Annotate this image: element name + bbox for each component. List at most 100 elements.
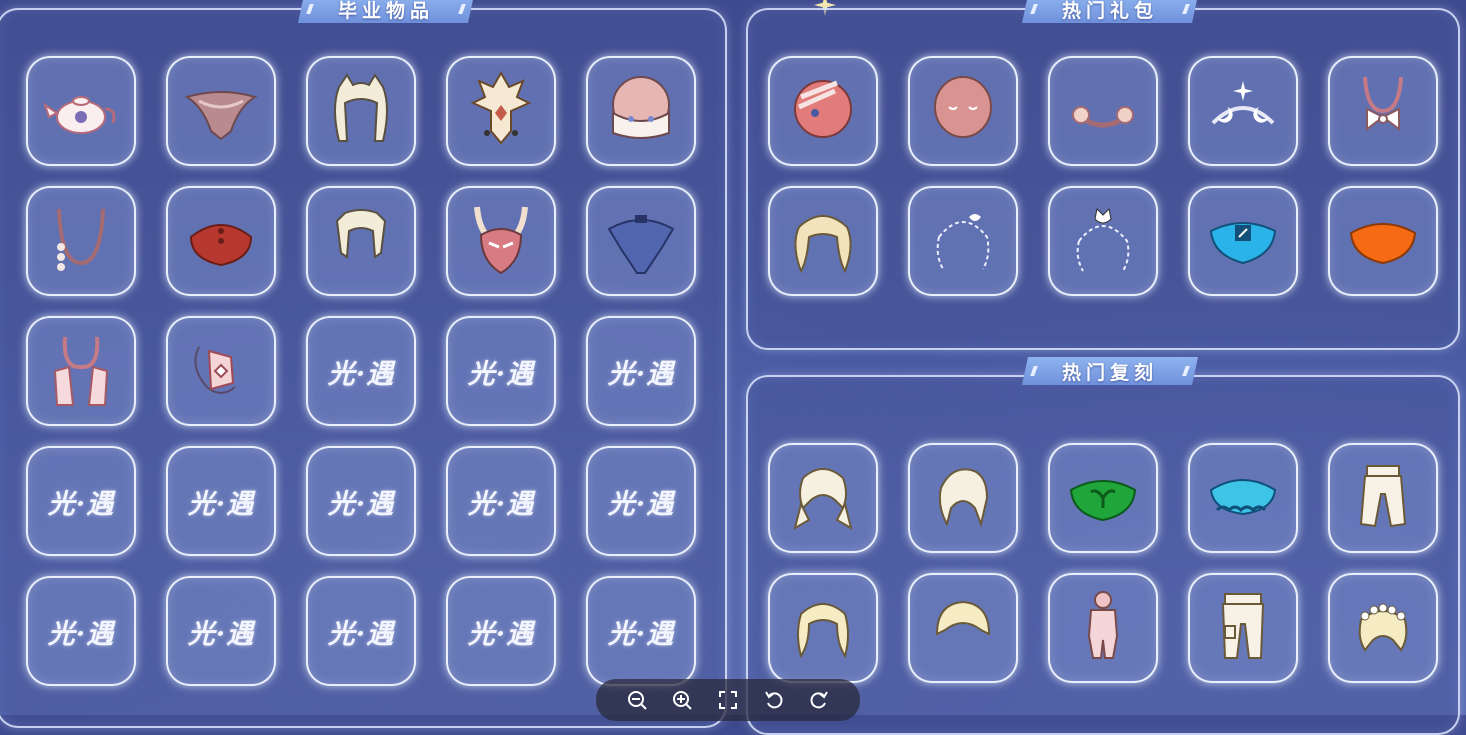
graduation-item-slot[interactable]: 光·遇 [26, 446, 136, 556]
sky-logo-placeholder: 光·遇 [467, 618, 535, 650]
pack-item-slot[interactable] [768, 186, 878, 296]
flower-crown-hair-icon [1341, 584, 1425, 672]
graduation-item-slot[interactable] [166, 186, 276, 296]
graduation-item-slot[interactable] [26, 186, 136, 296]
graduation-item-slot[interactable] [446, 56, 556, 166]
graduation-item-slot[interactable]: 光·遇 [306, 576, 416, 686]
reprint-item-slot[interactable] [908, 443, 1018, 553]
moon-star-headband-icon [1201, 67, 1285, 155]
pink-outfit-icon [1061, 584, 1145, 672]
flower-headband-icon [1061, 67, 1145, 155]
sky-logo-placeholder: 光·遇 [187, 488, 255, 520]
graduation-item-grid: 光·遇 光·遇 光·遇 光·遇 光·遇 光·遇 光·遇 光·遇 光·遇 光·遇 光·遇 光·遇 光·遇 [26, 56, 696, 686]
orange-cape-icon [1341, 197, 1425, 285]
feather-cape-icon [179, 67, 263, 155]
sky-logo-placeholder: 光·遇 [47, 488, 115, 520]
pack-item-slot[interactable] [1188, 186, 1298, 296]
puffy-pants-icon [1341, 454, 1425, 542]
pendant-necklace-icon [39, 197, 123, 285]
pack-item-slot[interactable] [908, 186, 1018, 296]
horned-mask-icon [459, 197, 543, 285]
pack-item-slot[interactable] [1188, 56, 1298, 166]
outline-hair-shell-icon [921, 197, 1005, 285]
ornate-mask-icon [459, 67, 543, 155]
graduation-item-slot[interactable]: 光·遇 [26, 576, 136, 686]
graduation-item-slot[interactable]: 光·遇 [166, 446, 276, 556]
cargo-pants-icon [1201, 584, 1285, 672]
pack-item-slot[interactable] [1328, 186, 1438, 296]
graduation-item-slot[interactable]: 光·遇 [446, 446, 556, 556]
sky-logo-placeholder: 光·遇 [327, 618, 395, 650]
pale-hair-short-icon [319, 197, 403, 285]
rotate-right-icon[interactable] [805, 686, 833, 714]
short-hair-icon [921, 584, 1005, 672]
reprint-item-slot[interactable] [1188, 443, 1298, 553]
reprint-item-slot[interactable] [1048, 573, 1158, 683]
graduation-item-slot[interactable]: 光·遇 [306, 316, 416, 426]
fit-screen-icon[interactable] [714, 686, 742, 714]
section-title-reprint: 热门复刻 [1022, 357, 1198, 385]
pigtail-hair-icon [781, 454, 865, 542]
graduation-item-slot[interactable] [586, 56, 696, 166]
reprint-item-slot[interactable] [1188, 573, 1298, 683]
pale-hair-icon [319, 67, 403, 155]
zoom-out-icon[interactable] [623, 686, 651, 714]
graduation-item-slot[interactable]: 光·遇 [306, 446, 416, 556]
bandaged-mask-icon [781, 67, 865, 155]
reprint-item-slot[interactable] [908, 573, 1018, 683]
cyan-cloud-cape-icon [1201, 454, 1285, 542]
reprint-item-slot[interactable] [1048, 443, 1158, 553]
section-title-graduation: 毕业物品 [298, 0, 474, 23]
bow-necklace-icon [1341, 67, 1425, 155]
reprint-item-slot[interactable] [768, 443, 878, 553]
graduation-item-slot[interactable]: 光·遇 [586, 446, 696, 556]
sky-logo-placeholder: 光·遇 [607, 358, 675, 390]
pack-item-slot[interactable] [1048, 186, 1158, 296]
pack-item-slot[interactable] [768, 56, 878, 166]
reprint-item-slot[interactable] [768, 573, 878, 683]
reprint-item-slot[interactable] [1328, 443, 1438, 553]
swirl-prop-icon [179, 327, 263, 415]
outline-hair-cat-icon [1061, 197, 1145, 285]
graduation-item-slot[interactable] [306, 186, 416, 296]
sky-logo-placeholder: 光·遇 [327, 488, 395, 520]
sleepy-mask-icon [921, 67, 1005, 155]
long-scarf-icon [39, 327, 123, 415]
sky-logo-placeholder: 光·遇 [47, 618, 115, 650]
sky-logo-placeholder: 光·遇 [607, 488, 675, 520]
graduation-item-slot[interactable]: 光·遇 [586, 316, 696, 426]
curly-hair-icon [781, 197, 865, 285]
green-sprout-cape-icon [1061, 454, 1145, 542]
graduation-item-slot[interactable] [306, 56, 416, 166]
sky-logo-placeholder: 光·遇 [467, 358, 535, 390]
zoom-in-icon[interactable] [668, 686, 696, 714]
graduation-item-slot[interactable] [166, 56, 276, 166]
sky-logo-placeholder: 光·遇 [327, 358, 395, 390]
graduation-item-slot[interactable] [586, 186, 696, 296]
section-title-packs: 热门礼包 [1022, 0, 1198, 23]
rotate-left-icon[interactable] [760, 686, 788, 714]
graduation-item-slot[interactable]: 光·遇 [446, 316, 556, 426]
graduation-item-slot[interactable]: 光·遇 [446, 576, 556, 686]
ponytail-hair-icon [921, 454, 1005, 542]
sky-logo-placeholder: 光·遇 [467, 488, 535, 520]
cyan-cape-icon [1201, 197, 1285, 285]
reprint-item-grid [768, 443, 1438, 683]
graduation-item-slot[interactable] [26, 316, 136, 426]
wavy-hair-icon [781, 584, 865, 672]
teapot-prop-icon [39, 67, 123, 155]
graduation-item-slot[interactable] [26, 56, 136, 166]
pack-item-slot[interactable] [1328, 56, 1438, 166]
graduation-item-slot[interactable] [166, 316, 276, 426]
blue-cape-icon [599, 197, 683, 285]
pack-item-slot[interactable] [1048, 56, 1158, 166]
reprint-item-slot[interactable] [1328, 573, 1438, 683]
veiled-face-mask-icon [599, 67, 683, 155]
red-cape-icon [179, 197, 263, 285]
graduation-item-slot[interactable] [446, 186, 556, 296]
pack-item-slot[interactable] [908, 56, 1018, 166]
graduation-item-slot[interactable]: 光·遇 [166, 576, 276, 686]
graduation-item-slot[interactable]: 光·遇 [586, 576, 696, 686]
sky-logo-placeholder: 光·遇 [187, 618, 255, 650]
pack-item-grid [768, 56, 1438, 296]
